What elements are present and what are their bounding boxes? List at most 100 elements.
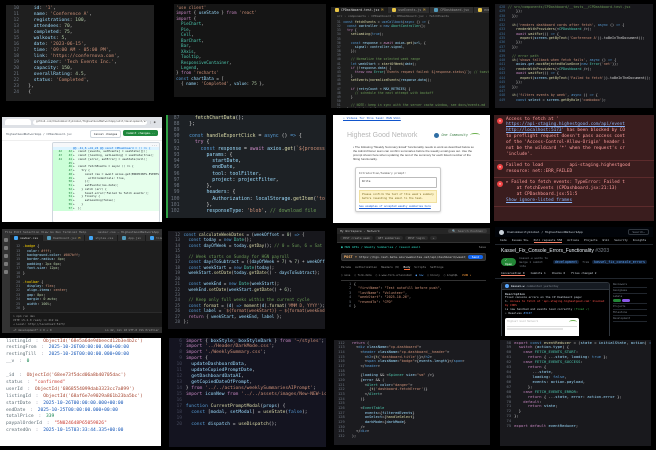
request-tab[interactable]: POST create week — [340, 236, 373, 240]
base-branch[interactable]: development — [552, 260, 580, 264]
sidebar-section-label[interactable]: Development — [613, 316, 647, 322]
repo-nav-item[interactable]: Wiki — [603, 238, 610, 243]
document-field-row: startDate : 2025-10-26T00:00:00.000+00:0… — [6, 401, 161, 408]
line-number: 449 — [499, 97, 506, 102]
pr-tab[interactable]: Conversation 0 — [501, 271, 525, 276]
sidebar-section-label[interactable]: Labels — [613, 294, 647, 304]
files-icon[interactable] — [4, 238, 8, 242]
body-type-radio[interactable]: ○ GraphQL — [444, 274, 458, 277]
param-tab[interactable]: Body — [403, 265, 411, 270]
file-path: HighestGoodNetworkApp / CPDashboard.jsx — [6, 131, 72, 136]
request-tab[interactable]: POST login — [404, 236, 428, 240]
error-body: Access to fetch at ' https://api-staging.… — [506, 117, 651, 159]
repo-nav-item[interactable]: Actions — [567, 238, 579, 243]
file-icon — [122, 236, 127, 240]
param-tab[interactable]: Authorization — [355, 265, 377, 270]
pr-tab[interactable]: Checks 6 — [552, 271, 565, 276]
search-input[interactable]: Search… — [628, 229, 649, 235]
field-colon: : — [24, 379, 33, 385]
code-line: 6} — [343, 304, 484, 308]
terminal-line: ➜ Local: http://localhost:5173/ — [13, 321, 66, 326]
repo-nav-item[interactable]: Issues 5k+ — [512, 238, 529, 243]
menu-bar[interactable]: File Edit Selection View Go Run Terminal… — [5, 230, 86, 234]
editor-tab[interactable]: CPDashboard.test.jsx M — [331, 7, 389, 13]
repo-nav: Code Issues 5k+ Pull requests 558 Actions Pr… — [495, 237, 653, 245]
merge-status-row: ✓ Open kassel-w wants to merge 1 commit i… — [495, 255, 653, 269]
form-title: Introduction/Summary prompt: — [359, 171, 407, 176]
request-tab[interactable]: GET summaries — [374, 236, 403, 240]
form-input[interactable]: Write — [359, 177, 437, 189]
commit-changes-button[interactable]: Commit changes... — [123, 129, 158, 136]
param-tab[interactable]: Settings — [430, 265, 443, 270]
request-tab[interactable]: + — [429, 236, 438, 240]
code-line: 132 ); — [336, 434, 488, 439]
url-bar[interactable]: github.com/OneCommunityGlobal/HighestGoo… — [33, 119, 147, 125]
error-body: ▸ Failed to fetch events: TypeError: Fai… — [506, 180, 651, 204]
workspace-label[interactable]: My Workspace · Network — [340, 229, 380, 233]
file-icon — [335, 8, 339, 12]
editor-column: navbar.css Dashboard.jsx Mstyles.css App.js… — [10, 235, 162, 333]
field-colon: : — [38, 345, 47, 351]
breadcrumb-label: ● HGN APIs / Weekly Summaries / resend e… — [341, 245, 421, 249]
line-number: 26 — [16, 306, 21, 311]
editor-tab[interactable]: eventHelpers.js — [474, 7, 489, 13]
repo-nav-item[interactable]: Projects — [584, 238, 597, 243]
editor-tab[interactable]: CPDashboard.jsx — [430, 7, 475, 13]
code-line: 102 responseType: 'blob', // download fi… — [168, 209, 324, 215]
body-type-radio[interactable]: ○ binary — [427, 274, 440, 277]
repo-nav-item[interactable]: Insights — [633, 238, 646, 243]
code-area: 87 fetchChartData (); 88 }; 89 90 const hand… — [166, 115, 326, 217]
field-value: ObjectId('68af6e7e9029a861b23ba5bc') — [43, 393, 143, 399]
method-select[interactable]: POST ▾ — [344, 255, 357, 259]
param-tab[interactable]: Scripts — [414, 265, 426, 270]
body-type-options: ○ none ○ form-data ○ x-www-form-urlencoded… — [337, 272, 490, 279]
editor-tab[interactable]: useEvents.js M — [388, 7, 431, 13]
embedded-form: Introduction/Summary prompt: Write Please … — [355, 167, 441, 212]
issue-link[interactable]: #3107 — [524, 311, 532, 315]
body-format-select[interactable]: JSON ▾ — [462, 274, 471, 277]
body-type-radio[interactable]: ○ none — [341, 274, 350, 277]
comment-author[interactable]: kassel-w — [511, 284, 524, 288]
logo-globe-icon — [434, 132, 440, 138]
pr-state-badge: ✓ Open — [501, 258, 517, 266]
terminal-panel: > npm run dev VITE v5.2.0 ready in 412 ms… — [10, 311, 162, 327]
head-branch[interactable]: kassel_fix_console_errors — [591, 260, 647, 264]
code-area: 6 import { boxStyle, boxStyleDark } from … — [169, 338, 326, 430]
repo-nav-item[interactable]: Pull requests 558 — [533, 238, 563, 243]
body-type-radio[interactable]: ○ x-www-form-urlencoded — [376, 274, 412, 277]
debug-icon[interactable] — [4, 262, 8, 266]
pr-tab[interactable]: Commits 1 — [531, 271, 546, 276]
param-tab[interactable]: Headers (9) — [381, 265, 400, 270]
extensions-icon[interactable] — [4, 270, 8, 274]
browser-menu-icon[interactable]: ⋮ ● — [149, 120, 159, 124]
repo-nav-item[interactable]: Security — [614, 238, 627, 243]
doc-paragraph: • The following "Weekly Summary Email" f… — [353, 144, 474, 162]
param-tabs: Params Authorization Headers (9) Body Script… — [337, 263, 490, 272]
repo-breadcrumb[interactable]: OneCommunityGlobal / HighestGoodNetworkA… — [507, 230, 583, 234]
label-chip — [622, 299, 630, 302]
console-link[interactable]: https://api-staging.highestgood.com/api/… — [506, 122, 625, 127]
send-button[interactable]: Send — [467, 255, 483, 259]
git-icon[interactable] — [4, 254, 8, 258]
screenshot-header: Highest Good Network — [507, 319, 577, 324]
body-type-radio[interactable]: ○ form-data — [354, 274, 371, 277]
save-button[interactable]: Save — [479, 245, 486, 249]
screenshot-t7: • Videos for this task: HGN Wiki Highest … — [333, 114, 490, 223]
search-postman-input[interactable]: 🔍 Search Postman — [448, 229, 487, 233]
repo-nav-item[interactable]: Code — [500, 238, 507, 243]
console-error-row: ✕ ▸ Failed to fetch events: TypeError: Fa… — [494, 178, 654, 207]
search-icon[interactable] — [4, 246, 8, 250]
avatar — [505, 284, 509, 288]
tile-editor-event-fixture: 10 id: '1', 11 name: 'Conference A', 12 re… — [0, 0, 164, 113]
console-link[interactable]: http://localhost:5173 — [506, 128, 562, 133]
browser-tab[interactable] — [5, 119, 31, 125]
request-url-input[interactable]: https://hgn-rest-beta.azurewebsites.net/… — [359, 255, 466, 259]
body-type-radio[interactable]: ● raw — [415, 274, 423, 277]
pr-tab[interactable]: Files changed 2 — [571, 271, 596, 276]
code-line: 14 const dayOfWeek = today. getDay (); // … — [170, 243, 323, 248]
doc-top-link[interactable]: • Videos for this task: HGN Wiki — [333, 115, 490, 124]
param-tab[interactable]: Params — [341, 265, 351, 270]
form-bottom-link[interactable]: See examples of accepted weekly summarie… — [359, 205, 437, 208]
cancel-changes-button[interactable]: Cancel changes — [89, 129, 122, 138]
console-link[interactable]: Show ignore-listed frames — [506, 198, 572, 203]
